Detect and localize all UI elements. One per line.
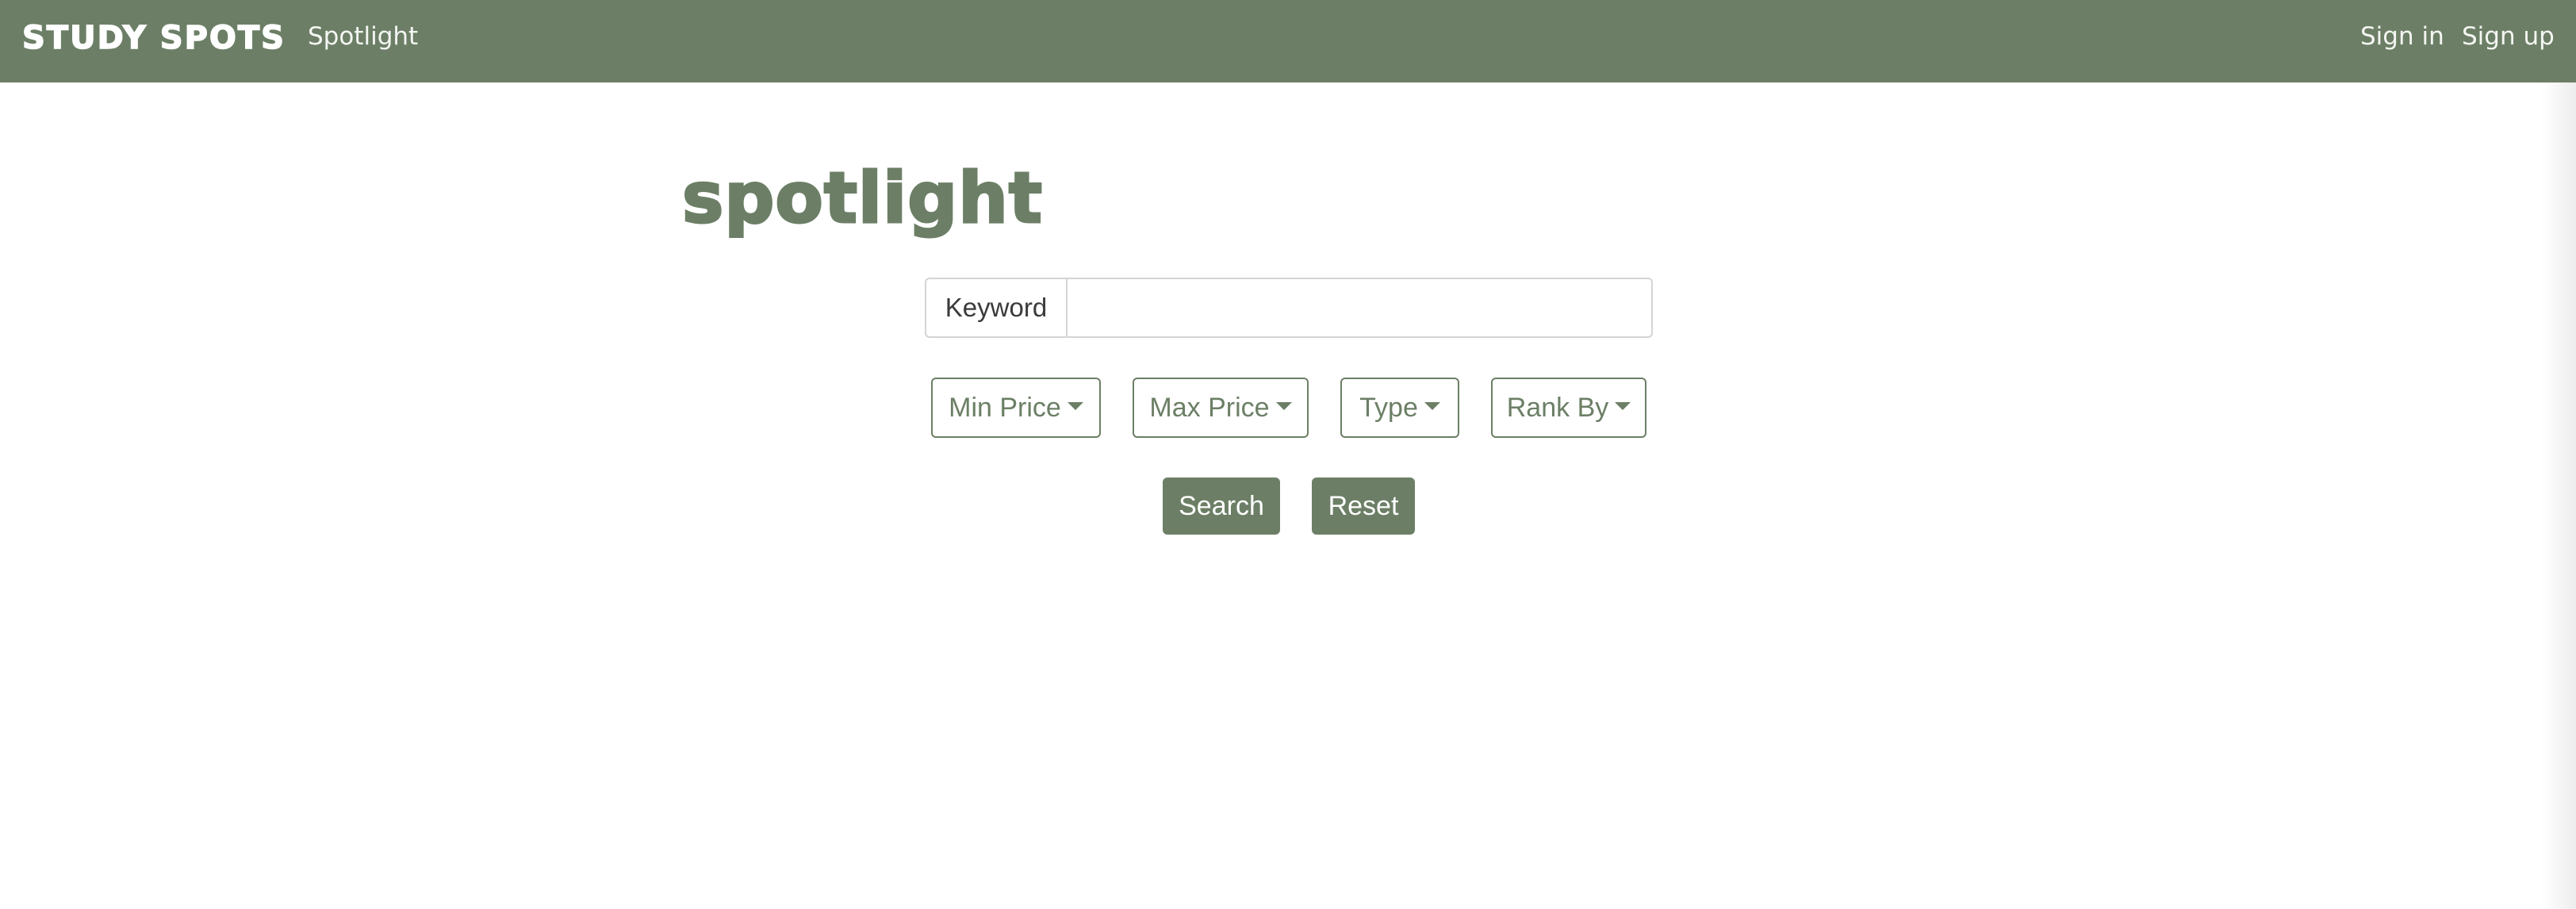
nav-link-spotlight[interactable]: Spotlight	[308, 16, 418, 57]
brand-logo-link[interactable]: STUDY SPOTS	[21, 16, 286, 60]
keyword-search-group: Keyword	[925, 278, 1653, 338]
type-dropdown[interactable]: Type	[1340, 378, 1459, 438]
page-title: spotlight	[681, 156, 1044, 240]
caret-down-icon	[1067, 402, 1083, 410]
type-label: Type	[1359, 392, 1418, 423]
max-price-dropdown[interactable]: Max Price	[1133, 378, 1309, 438]
scrollbar-track[interactable]	[2541, 82, 2576, 909]
caret-down-icon	[1275, 402, 1292, 410]
caret-down-icon	[1615, 402, 1631, 410]
min-price-label: Min Price	[949, 392, 1061, 423]
max-price-label: Max Price	[1149, 392, 1270, 423]
rank-by-label: Rank By	[1506, 392, 1609, 423]
sign-in-link[interactable]: Sign in	[2360, 16, 2444, 57]
min-price-dropdown[interactable]: Min Price	[931, 378, 1101, 438]
sign-up-link[interactable]: Sign up	[2462, 16, 2555, 57]
rank-by-dropdown[interactable]: Rank By	[1491, 378, 1646, 438]
caret-down-icon	[1424, 402, 1440, 410]
reset-button[interactable]: Reset	[1312, 478, 1415, 535]
keyword-input[interactable]	[1066, 278, 1653, 338]
page: STUDY SPOTS Spotlight Sign in Sign up sp…	[0, 0, 2576, 909]
search-button[interactable]: Search	[1163, 478, 1280, 535]
top-navbar: STUDY SPOTS Spotlight Sign in Sign up	[0, 0, 2576, 82]
keyword-label: Keyword	[925, 278, 1066, 338]
